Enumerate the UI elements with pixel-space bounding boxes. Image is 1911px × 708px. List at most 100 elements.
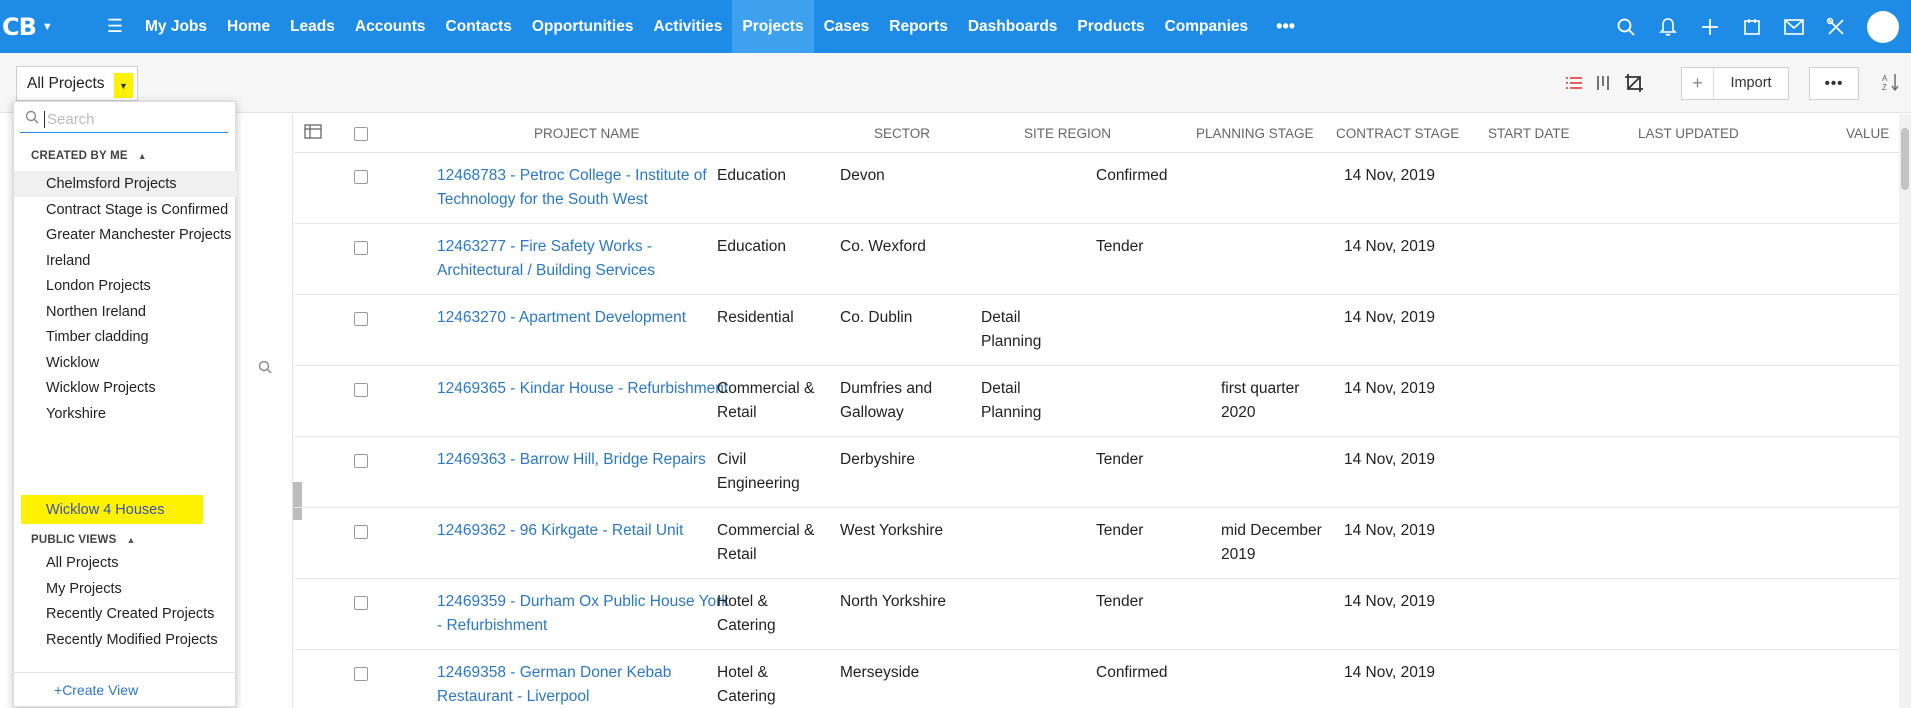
row-checkbox[interactable] <box>354 525 368 539</box>
mail-icon[interactable] <box>1773 0 1815 53</box>
nav-tab-dashboards[interactable]: Dashboards <box>958 0 1068 53</box>
table-row[interactable]: 12463277 - Fire Safety Works - Architectu… <box>294 224 1911 295</box>
table-row[interactable]: 12469365 - Kindar House - Refurbishment C… <box>294 366 1911 437</box>
column-header-site-region[interactable]: SITE REGION <box>1024 126 1111 141</box>
column-header-value[interactable]: VALUE <box>1846 126 1889 141</box>
search-icon[interactable] <box>258 360 272 378</box>
nav-tab-accounts[interactable]: Accounts <box>345 0 436 53</box>
view-option[interactable]: Wicklow 4 Houses <box>21 495 203 524</box>
view-option[interactable]: Northen Ireland <box>14 299 237 325</box>
view-option[interactable]: All Projects <box>14 550 237 576</box>
table-row[interactable]: 12468783 - Petroc College - Institute of… <box>294 153 1911 224</box>
table-row[interactable]: 12463270 - Apartment Development Resident… <box>294 295 1911 366</box>
site-region-cell: Derbyshire <box>840 448 915 472</box>
view-option[interactable]: Recently Created Projects <box>14 601 237 627</box>
view-option[interactable]: My Projects <box>14 576 237 602</box>
column-header-last-updated[interactable]: LAST UPDATED <box>1638 126 1739 141</box>
project-name-link[interactable]: 12469362 - 96 Kirkgate - Retail Unit <box>437 519 683 543</box>
view-option[interactable]: Yorkshire <box>14 401 237 427</box>
project-name-link[interactable]: 12469365 - Kindar House - Refurbishment <box>437 377 728 401</box>
view-option[interactable]: London Projects <box>14 273 237 299</box>
project-name-link[interactable]: 12468783 - Petroc College - Institute of… <box>437 164 707 212</box>
site-region-cell: Devon <box>840 164 885 188</box>
nav-tab-home[interactable]: Home <box>217 0 280 53</box>
nav-tab-reports[interactable]: Reports <box>879 0 958 53</box>
column-header-project-name[interactable]: PROJECT NAME <box>534 126 640 141</box>
view-option[interactable]: Recently Modified Projects <box>14 627 237 653</box>
nav-tab-cases[interactable]: Cases <box>814 0 880 53</box>
column-header-sector[interactable]: SECTOR <box>874 126 930 141</box>
site-region-cell-line: West Yorkshire <box>840 522 944 539</box>
collapse-up-icon: ▲ <box>126 535 136 545</box>
project-name-link-line: Restaurant - Liverpool <box>437 688 590 705</box>
nav-tab-opportunities[interactable]: Opportunities <box>522 0 644 53</box>
chevron-down-icon[interactable]: ▼ <box>114 73 133 98</box>
site-region-cell-line: Devon <box>840 167 885 184</box>
column-header-contract-stage[interactable]: CONTRACT STAGE <box>1336 126 1459 141</box>
scrollbar-thumb[interactable] <box>1901 128 1909 190</box>
project-name-link[interactable]: 12469363 - Barrow Hill, Bridge Repairs <box>437 448 706 472</box>
view-option[interactable]: Wicklow <box>14 350 237 376</box>
table-row[interactable]: 12469362 - 96 Kirkgate - Retail Unit Comm… <box>294 508 1911 579</box>
app-switcher[interactable]: CB ▼ <box>0 0 95 53</box>
kanban-view-icon[interactable] <box>1589 68 1619 98</box>
search-icon[interactable] <box>1605 0 1647 53</box>
row-checkbox[interactable] <box>354 667 368 681</box>
created-by-me-header[interactable]: CREATED BY ME ▲ <box>31 150 147 162</box>
project-name-link[interactable]: 12469358 - German Doner Kebab Restaurant … <box>437 661 671 708</box>
site-region-cell: Co. Dublin <box>840 306 912 330</box>
column-settings-icon[interactable] <box>304 123 324 144</box>
nav-tab-activities[interactable]: Activities <box>643 0 732 53</box>
row-checkbox[interactable] <box>354 454 368 468</box>
planning-stage-cell-line: Planning <box>981 404 1042 421</box>
table-row[interactable]: 12469359 - Durham Ox Public House York - … <box>294 579 1911 650</box>
nav-tab-leads[interactable]: Leads <box>280 0 345 53</box>
project-name-link[interactable]: 12463277 - Fire Safety Works - Architectu… <box>437 235 655 283</box>
table-row[interactable]: 12469358 - German Doner Kebab Restaurant … <box>294 650 1911 708</box>
nav-tab-my-jobs[interactable]: My Jobs <box>135 0 217 53</box>
row-checkbox[interactable] <box>354 383 368 397</box>
view-selector[interactable]: All Projects ▼ <box>16 66 138 101</box>
tools-icon[interactable] <box>1815 0 1857 53</box>
last-updated-cell: 14 Nov, 2019 <box>1344 448 1435 472</box>
project-name-link[interactable]: 12463270 - Apartment Development <box>437 306 686 330</box>
view-option[interactable]: Greater Manchester Projects <box>14 222 237 248</box>
sort-az-icon[interactable]: AZ <box>1871 72 1911 95</box>
view-option[interactable]: Ireland <box>14 248 237 274</box>
calendar-icon[interactable] <box>1731 0 1773 53</box>
user-avatar[interactable] <box>1867 10 1899 43</box>
row-checkbox[interactable] <box>354 241 368 255</box>
row-checkbox[interactable] <box>354 170 368 184</box>
site-region-cell-line: Dumfries and <box>840 380 933 397</box>
project-name-link[interactable]: 12469359 - Durham Ox Public House York - … <box>437 590 729 638</box>
import-button[interactable]: + Import <box>1681 66 1789 100</box>
column-header-start-date[interactable]: START DATE <box>1488 126 1570 141</box>
select-all-checkbox[interactable] <box>354 127 368 141</box>
view-option[interactable]: Chelmsford Projects <box>14 171 237 197</box>
view-option[interactable]: Timber cladding <box>14 324 237 350</box>
row-checkbox[interactable] <box>354 312 368 326</box>
column-header-planning-stage[interactable]: PLANNING STAGE <box>1196 126 1314 141</box>
view-search-input[interactable] <box>44 110 214 128</box>
view-option[interactable]: Contract Stage is Confirmed <box>14 197 237 223</box>
nav-tab-products[interactable]: Products <box>1067 0 1154 53</box>
row-checkbox[interactable] <box>354 596 368 610</box>
table-row[interactable]: 12469363 - Barrow Hill, Bridge Repairs Ci… <box>294 437 1911 508</box>
hamburger-menu-icon[interactable]: ☰ <box>95 16 135 37</box>
public-views-header[interactable]: PUBLIC VIEWS ▲ <box>31 534 136 546</box>
sector-cell: Education <box>717 164 786 188</box>
nav-tab-projects[interactable]: Projects <box>732 0 814 53</box>
view-option[interactable]: Wicklow Projects <box>14 375 237 401</box>
sector-cell-line: Civil <box>717 451 747 468</box>
more-actions-button[interactable]: ••• <box>1809 66 1859 100</box>
list-view-icon[interactable] <box>1559 68 1589 98</box>
table-scrollbar[interactable] <box>1899 114 1911 708</box>
plus-icon[interactable] <box>1689 0 1731 53</box>
crop-view-icon[interactable] <box>1619 68 1649 98</box>
bell-icon[interactable] <box>1647 0 1689 53</box>
nav-tab-companies[interactable]: Companies <box>1155 0 1259 53</box>
more-tabs-button[interactable]: ••• <box>1258 0 1313 53</box>
create-view-link[interactable]: + Create View <box>14 672 235 706</box>
nav-tab-contacts[interactable]: Contacts <box>436 0 522 53</box>
sector-cell-line: Retail <box>717 546 757 563</box>
